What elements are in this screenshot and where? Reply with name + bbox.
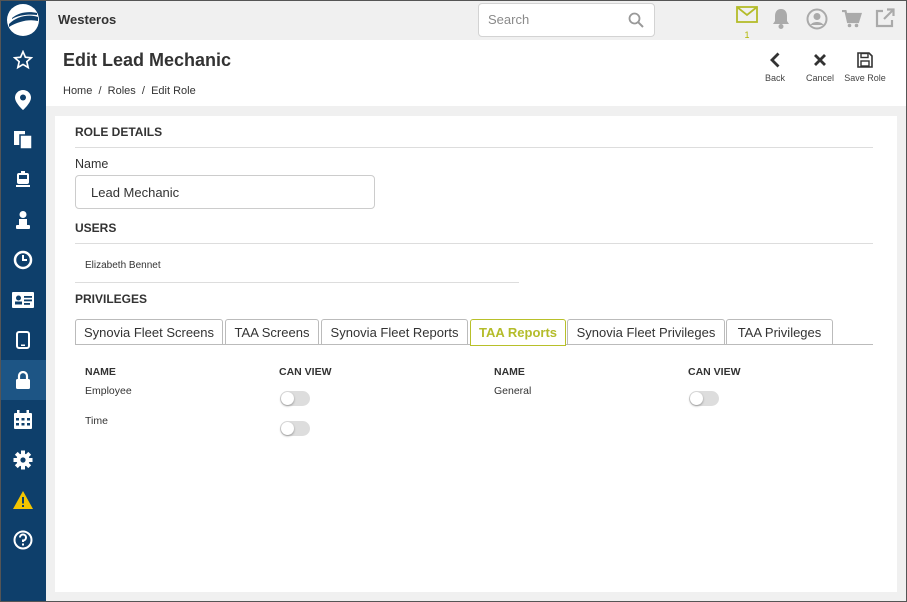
cancel-label: Cancel	[805, 73, 834, 83]
save-icon	[857, 52, 873, 68]
app-name: Westeros	[58, 12, 117, 27]
mail-count-badge: 1	[744, 30, 750, 40]
save-role-label: Save Role	[844, 73, 886, 83]
can-view-column-header: CAN VIEW	[279, 366, 332, 378]
breadcrumb-current: Edit Role	[151, 85, 196, 97]
can-view-toggle[interactable]	[280, 421, 310, 436]
save-role-button[interactable]: Save Role	[843, 52, 887, 83]
user-list-item: Elizabeth Bennet	[85, 260, 161, 271]
favorites-icon[interactable]	[0, 40, 46, 80]
tab-synovia-fleet-reports[interactable]: Synovia Fleet Reports	[321, 319, 468, 345]
vehicles-icon[interactable]	[0, 160, 46, 200]
lock-icon[interactable]	[0, 360, 46, 400]
name-column-header: NAME	[85, 366, 116, 378]
tablet-icon[interactable]	[0, 320, 46, 360]
privileges-heading: PRIVILEGES	[75, 292, 148, 306]
divider	[75, 243, 873, 244]
chevron-left-icon	[770, 52, 780, 68]
divider	[75, 147, 873, 148]
role-name-input[interactable]	[75, 175, 375, 209]
id-card-icon[interactable]	[0, 280, 46, 320]
gear-icon[interactable]	[0, 440, 46, 480]
can-view-toggle[interactable]	[280, 391, 310, 406]
close-icon	[814, 54, 826, 66]
privileges-tab-bar: Synovia Fleet Screens TAA Screens Synovi…	[75, 319, 873, 346]
page-header: Edit Lead Mechanic Home / Roles / Edit R…	[46, 40, 906, 106]
edit-role-panel: ROLE DETAILS Name USERS Elizabeth Bennet…	[55, 116, 897, 592]
breadcrumb-home[interactable]: Home	[63, 85, 92, 97]
name-column-header: NAME	[494, 366, 525, 378]
search-box[interactable]	[478, 3, 655, 37]
clock-icon[interactable]	[0, 240, 46, 280]
tab-synovia-fleet-screens[interactable]: Synovia Fleet Screens	[75, 319, 223, 345]
can-view-column-header: CAN VIEW	[688, 366, 741, 378]
mail-icon[interactable]: 1	[736, 6, 758, 40]
users-heading: USERS	[75, 221, 117, 235]
breadcrumb: Home / Roles / Edit Role	[63, 85, 196, 97]
bell-icon[interactable]	[772, 8, 790, 35]
name-label: Name	[75, 157, 109, 171]
documents-icon[interactable]	[0, 120, 46, 160]
breadcrumb-separator: /	[138, 85, 148, 97]
location-icon[interactable]	[0, 80, 46, 120]
can-view-toggle[interactable]	[689, 391, 719, 406]
back-button[interactable]: Back	[753, 52, 797, 83]
company-logo[interactable]	[7, 4, 39, 36]
back-label: Back	[764, 73, 785, 83]
cancel-button[interactable]: Cancel	[798, 52, 842, 83]
driver-icon[interactable]	[0, 200, 46, 240]
tab-synovia-fleet-privileges[interactable]: Synovia Fleet Privileges	[567, 319, 725, 345]
privilege-name: General	[494, 385, 532, 397]
role-details-heading: ROLE DETAILS	[75, 125, 163, 139]
tab-taa-screens[interactable]: TAA Screens	[225, 319, 319, 345]
tab-taa-privileges[interactable]: TAA Privileges	[726, 319, 833, 345]
top-bar: Westeros 1	[46, 0, 906, 40]
account-icon[interactable]	[806, 8, 828, 35]
privilege-name: Employee	[85, 385, 132, 397]
external-link-icon[interactable]	[875, 8, 895, 33]
warning-icon[interactable]	[0, 480, 46, 520]
tab-taa-reports[interactable]: TAA Reports	[470, 319, 566, 346]
calendar-icon[interactable]	[0, 400, 46, 440]
help-icon[interactable]	[0, 520, 46, 560]
divider	[75, 282, 519, 283]
breadcrumb-separator: /	[95, 85, 105, 97]
sidebar	[0, 0, 46, 602]
search-icon[interactable]	[628, 12, 644, 28]
cart-icon[interactable]	[842, 9, 862, 33]
breadcrumb-roles[interactable]: Roles	[108, 85, 136, 97]
search-input[interactable]	[488, 12, 628, 27]
page-title: Edit Lead Mechanic	[63, 50, 232, 70]
privilege-name: Time	[85, 415, 108, 427]
